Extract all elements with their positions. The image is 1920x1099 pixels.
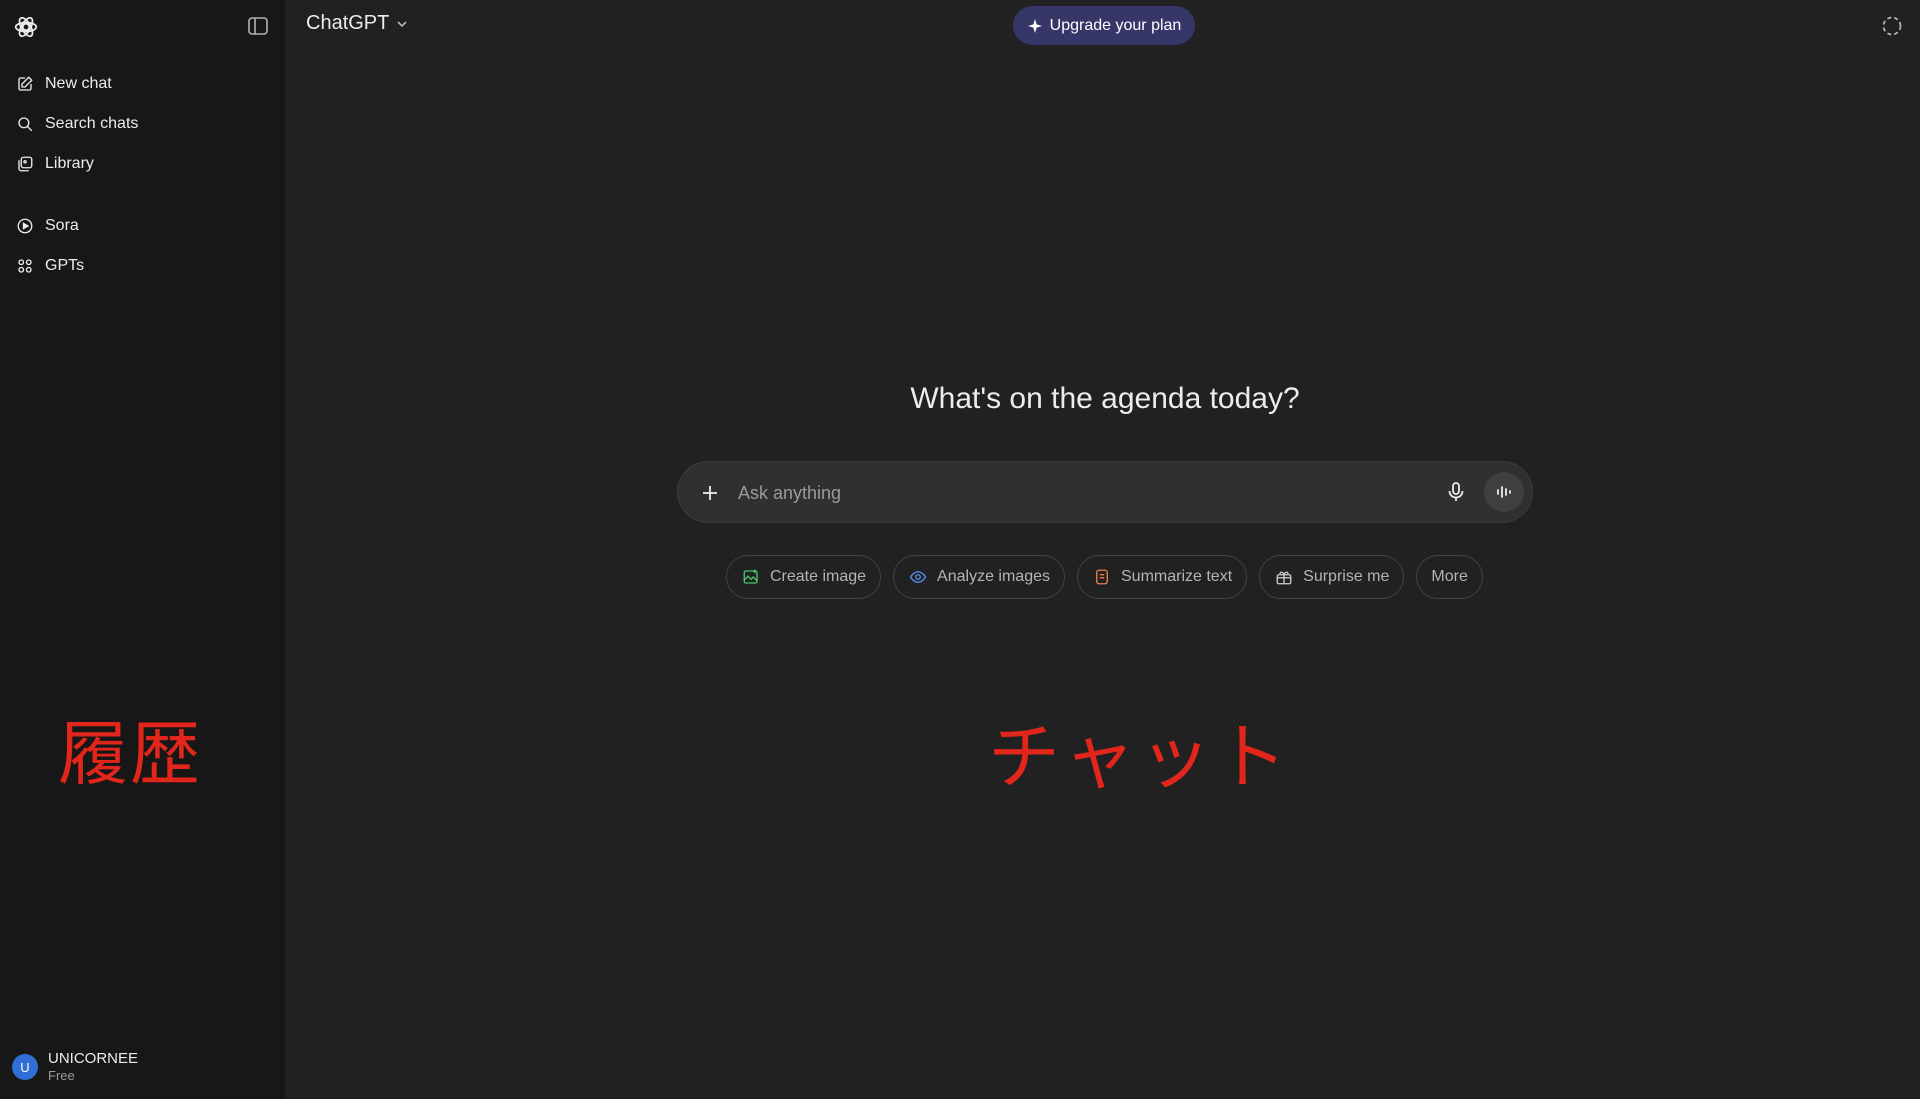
sidebar-item-label: GPTs — [45, 257, 85, 274]
surprise-me-chip[interactable]: Surprise me — [1259, 555, 1405, 599]
sidebar-item-label: New chat — [45, 75, 112, 92]
plus-icon[interactable] — [698, 481, 722, 505]
chip-label: Create image — [770, 568, 867, 585]
user-profile[interactable]: U UNICORNEE Free — [12, 1050, 138, 1084]
sidebar-toggle-icon[interactable] — [246, 15, 270, 37]
sidebar-item-gpts[interactable]: GPTs — [8, 246, 278, 286]
search-icon — [15, 114, 35, 134]
surprise-me-icon — [1274, 567, 1294, 587]
upgrade-label: Upgrade your plan — [1049, 16, 1182, 34]
sidebar-item-sora[interactable]: Sora — [8, 206, 278, 246]
sidebar-item-label: Search chats — [45, 115, 139, 132]
sidebar-item-search-chats[interactable]: Search chats — [8, 104, 278, 144]
openai-logo-icon[interactable] — [13, 14, 39, 40]
user-name: UNICORNEE — [48, 1050, 139, 1067]
chip-label: More — [1431, 568, 1468, 585]
voice-mode-button[interactable] — [1484, 472, 1524, 512]
model-selector[interactable]: ChatGPT — [306, 12, 409, 35]
history-annotation: 履歴 — [58, 713, 202, 795]
sidebar-item-new-chat[interactable]: New chat — [8, 64, 278, 104]
sidebar-item-label: Library — [45, 155, 94, 172]
sparkle-icon — [1027, 18, 1042, 33]
analyze-images-icon — [908, 567, 928, 587]
microphone-icon[interactable] — [1444, 480, 1468, 504]
temporary-chat-icon[interactable] — [1880, 14, 1904, 38]
create-image-chip[interactable]: Create image — [726, 555, 882, 599]
summarize-text-icon — [1092, 567, 1112, 587]
composer — [677, 461, 1533, 523]
page-title: What's on the agenda today? — [910, 382, 1300, 415]
chip-label: Surprise me — [1303, 568, 1390, 585]
prompt-input[interactable] — [736, 478, 1360, 508]
library-icon — [15, 154, 35, 174]
more-chip[interactable]: More — [1416, 555, 1483, 599]
avatar: U — [12, 1054, 38, 1080]
sidebar-header — [0, 0, 285, 52]
upgrade-button[interactable]: Upgrade your plan — [1013, 6, 1195, 45]
nav-divider — [8, 184, 278, 206]
gpts-icon — [15, 256, 35, 276]
sora-icon — [15, 216, 35, 236]
new-chat-icon — [15, 74, 35, 94]
create-image-icon — [741, 567, 761, 587]
sidebar-item-library[interactable]: Library — [8, 144, 278, 184]
suggestion-chips: Create image Analyze images Summarize te… — [726, 555, 1483, 599]
chip-label: Summarize text — [1121, 568, 1233, 585]
user-plan: Free — [48, 1068, 75, 1083]
analyze-images-chip[interactable]: Analyze images — [893, 555, 1065, 599]
sidebar-item-label: Sora — [45, 217, 79, 234]
chevron-down-icon — [397, 20, 407, 27]
sidebar: New chat Search chats Library Sora GPTs — [0, 0, 285, 1099]
user-info: UNICORNEE Free — [48, 1050, 138, 1084]
sidebar-nav: New chat Search chats Library Sora GPTs — [8, 64, 278, 286]
voice-waveform-icon — [1497, 486, 1511, 498]
model-name: ChatGPT — [306, 12, 390, 34]
summarize-text-chip[interactable]: Summarize text — [1077, 555, 1248, 599]
chat-annotation: チャット — [988, 715, 1292, 799]
chip-label: Analyze images — [937, 568, 1050, 585]
